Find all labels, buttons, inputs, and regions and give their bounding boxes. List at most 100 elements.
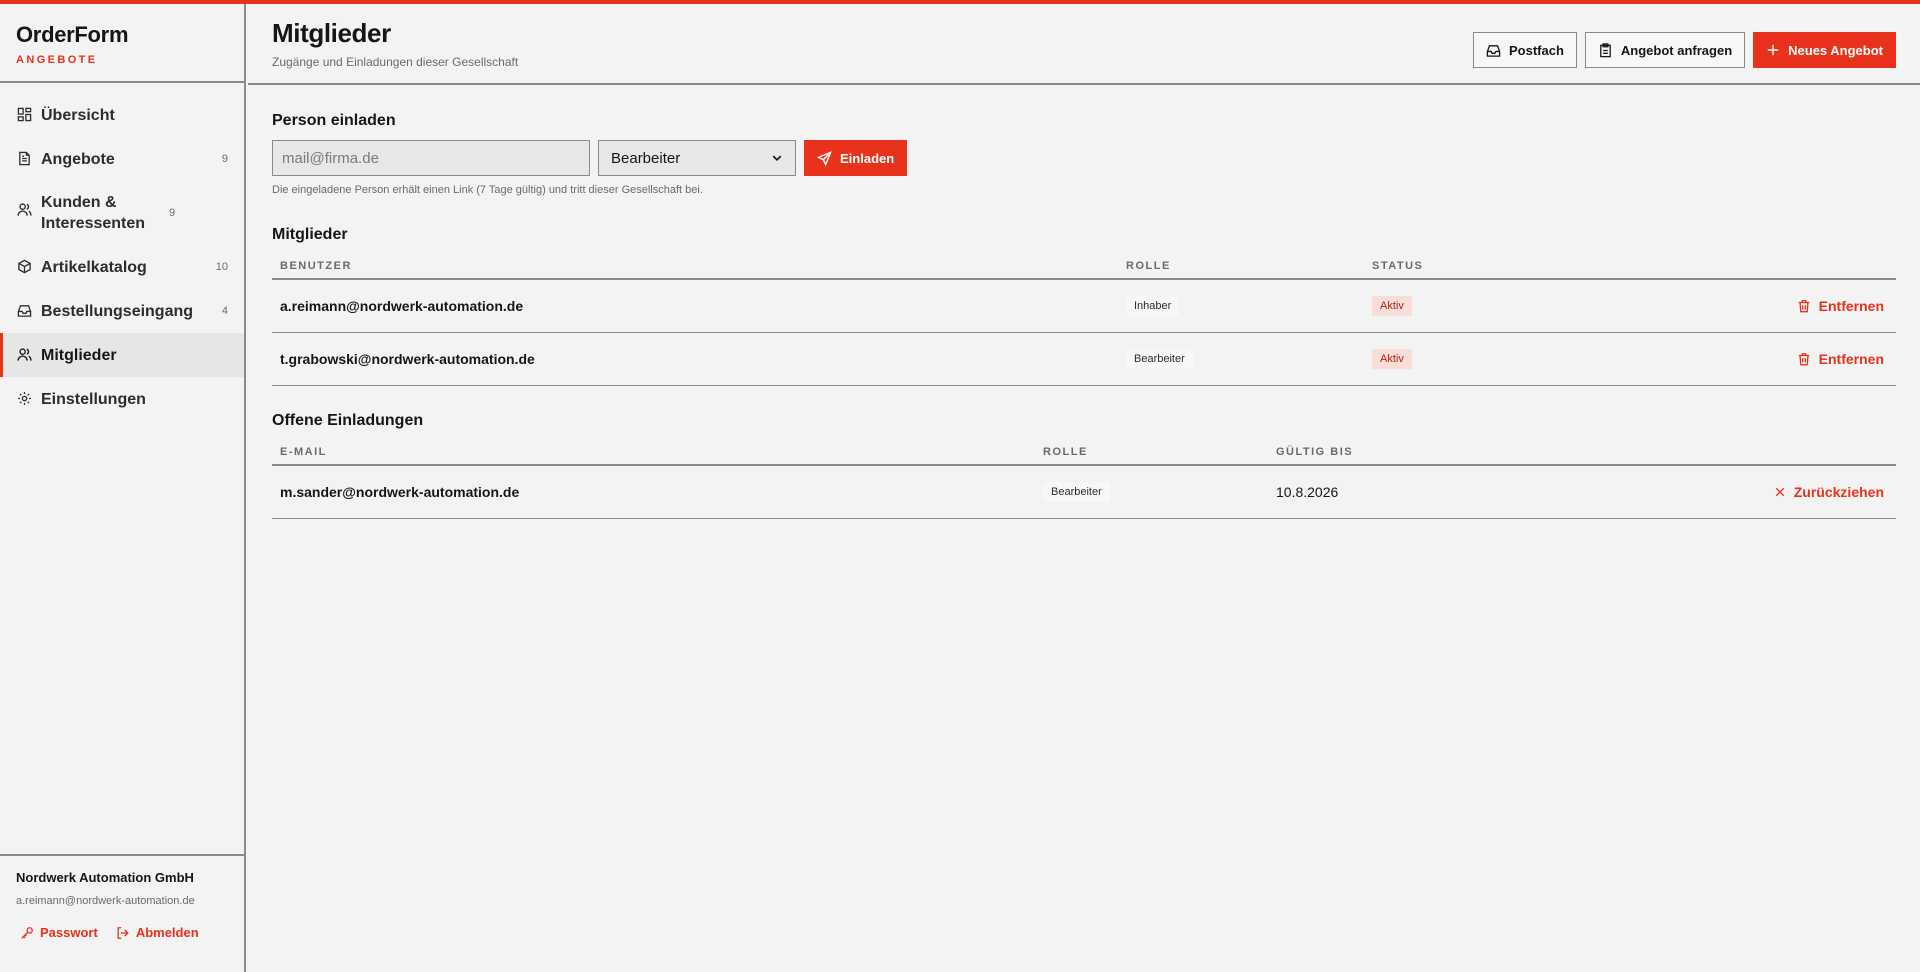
- sidebar: OrderForm ANGEBOTE Übersicht Angebote 9 …: [0, 4, 246, 972]
- logout-icon: [117, 926, 129, 939]
- trash-icon: [1798, 300, 1809, 313]
- members-table: BENUTZER ROLLE STATUS a.reimann@nordwerk…: [272, 254, 1896, 386]
- header-actions: Postfach Angebot anfragen Neues Angebot: [1473, 32, 1896, 68]
- role-cell: Bearbeiter: [1043, 482, 1276, 502]
- remove-member-label: Entfernen: [1818, 298, 1884, 314]
- column-header-status: STATUS: [1372, 260, 1424, 272]
- invite-hint: Die eingeladene Person erhält einen Link…: [272, 184, 703, 196]
- column-header-valid-until: GÜLTIG BIS: [1276, 446, 1354, 458]
- send-icon: [817, 150, 832, 166]
- role-cell: Bearbeiter: [1126, 349, 1372, 369]
- sidebar-item-count: 4: [221, 305, 228, 317]
- sidebar-item-artikelkatalog[interactable]: Artikelkatalog 10: [0, 245, 244, 289]
- sidebar-nav: Übersicht Angebote 9 Kunden & Interessen…: [0, 83, 244, 421]
- column-header-email: E-MAIL: [280, 446, 327, 458]
- content: Person einladen Bearbeiter Einladen Die …: [248, 112, 1920, 519]
- role-cell: Inhaber: [1126, 296, 1372, 316]
- company-name: Nordwerk Automation GmbH: [16, 870, 194, 885]
- new-offer-label: Neues Angebot: [1788, 42, 1883, 58]
- column-header-user: BENUTZER: [280, 260, 352, 272]
- inbox-button-label: Postfach: [1509, 42, 1564, 58]
- dashboard-icon: [16, 106, 32, 122]
- status-cell: Aktiv: [1372, 349, 1412, 369]
- inbox-icon: [1486, 44, 1501, 57]
- remove-member-button[interactable]: Entfernen: [1797, 298, 1884, 314]
- invitations-section-title: Offene Einladungen: [272, 412, 424, 429]
- table-row: a.reimann@nordwerk-automation.de Inhaber…: [272, 280, 1896, 333]
- sidebar-item-count: 10: [215, 261, 228, 273]
- role-badge: Bearbeiter: [1043, 482, 1110, 502]
- members-icon: [16, 346, 32, 362]
- column-header-role: ROLLE: [1043, 446, 1088, 458]
- member-email: t.grabowski@nordwerk-automation.de: [280, 351, 535, 367]
- gear-icon: [16, 390, 32, 406]
- password-link[interactable]: Passwort: [16, 925, 98, 940]
- user-email: a.reimann@nordwerk-automation.de: [16, 895, 195, 907]
- sidebar-item-kunden[interactable]: Kunden & Interessenten 9: [0, 181, 244, 245]
- sidebar-item-label: Einstellungen: [41, 390, 146, 408]
- password-label: Passwort: [40, 925, 98, 940]
- status-cell: Aktiv: [1372, 296, 1412, 316]
- members-table-header: BENUTZER ROLLE STATUS: [272, 254, 1896, 280]
- invite-email-input[interactable]: [272, 140, 590, 176]
- status-badge: Aktiv: [1372, 349, 1412, 369]
- invite-section-title: Person einladen: [272, 112, 396, 129]
- request-offer-label: Angebot anfragen: [1620, 42, 1733, 58]
- sidebar-item-label: Übersicht: [41, 106, 115, 124]
- sidebar-item-count: 9: [221, 153, 228, 165]
- plus-icon: [1767, 44, 1779, 56]
- revoke-invitation-button[interactable]: Zurückziehen: [1774, 484, 1884, 500]
- new-offer-button[interactable]: Neues Angebot: [1753, 32, 1896, 68]
- sidebar-item-label: Bestellungseingang: [41, 302, 194, 320]
- sidebar-item-count: 9: [169, 207, 176, 219]
- key-icon: [21, 926, 33, 939]
- sidebar-item-label: Angebote: [41, 150, 115, 168]
- request-offer-button[interactable]: Angebot anfragen: [1584, 32, 1746, 68]
- invite-form: Bearbeiter Einladen: [272, 140, 1896, 176]
- members-section-title: Mitglieder: [272, 226, 348, 243]
- valid-until-date: 10.8.2026: [1276, 484, 1339, 500]
- revoke-invitation-label: Zurückziehen: [1793, 484, 1884, 500]
- logout-link[interactable]: Abmelden: [112, 925, 199, 940]
- inbox-button[interactable]: Postfach: [1473, 32, 1577, 68]
- column-header-role: ROLLE: [1126, 260, 1171, 272]
- sidebar-item-label: Mitglieder: [41, 346, 117, 364]
- logout-label: Abmelden: [135, 925, 199, 940]
- document-icon: [16, 150, 32, 166]
- inbox-icon: [16, 302, 32, 318]
- invitation-email: m.sander@nordwerk-automation.de: [280, 484, 520, 500]
- invite-button-label: Einladen: [840, 150, 895, 166]
- role-badge: Inhaber: [1126, 296, 1180, 316]
- chevron-down-icon: [772, 155, 782, 162]
- remove-member-button[interactable]: Entfernen: [1797, 351, 1884, 367]
- page-header: Mitglieder Zugänge und Einladungen diese…: [248, 4, 1920, 85]
- member-email: a.reimann@nordwerk-automation.de: [280, 298, 524, 314]
- sidebar-item-label: Artikelkatalog: [41, 258, 147, 276]
- remove-member-label: Entfernen: [1818, 351, 1884, 367]
- sidebar-item-bestellungseingang[interactable]: Bestellungseingang 4: [0, 289, 244, 333]
- brand[interactable]: OrderForm ANGEBOTE: [0, 4, 244, 83]
- sidebar-item-einstellungen[interactable]: Einstellungen: [0, 377, 244, 421]
- footer-links: Passwort Abmelden: [16, 925, 228, 940]
- invite-button[interactable]: Einladen: [804, 140, 908, 176]
- clipboard-icon: [1600, 42, 1611, 57]
- package-icon: [16, 258, 32, 274]
- main-area: Mitglieder Zugänge und Einladungen diese…: [248, 4, 1920, 972]
- brand-name: OrderForm: [16, 22, 129, 47]
- status-badge: Aktiv: [1372, 296, 1412, 316]
- sidebar-item-uebersicht[interactable]: Übersicht: [0, 93, 244, 137]
- close-icon: [1775, 487, 1784, 497]
- invite-role-select[interactable]: Bearbeiter: [598, 140, 796, 176]
- invitations-table: E-MAIL ROLLE GÜLTIG BIS m.sander@nordwer…: [272, 440, 1896, 519]
- trash-icon: [1798, 353, 1809, 366]
- sidebar-footer: Nordwerk Automation GmbH a.reimann@nordw…: [0, 854, 244, 972]
- invitations-table-header: E-MAIL ROLLE GÜLTIG BIS: [272, 440, 1896, 466]
- sidebar-item-label: Kunden & Interessenten: [41, 194, 146, 232]
- table-row: m.sander@nordwerk-automation.de Bearbeit…: [272, 466, 1896, 519]
- sidebar-item-mitglieder[interactable]: Mitglieder: [0, 333, 244, 377]
- sidebar-item-angebote[interactable]: Angebote 9: [0, 137, 244, 181]
- table-row: t.grabowski@nordwerk-automation.de Bearb…: [272, 333, 1896, 386]
- invite-role-value: Bearbeiter: [611, 149, 681, 167]
- role-badge: Bearbeiter: [1126, 349, 1193, 369]
- brand-subtitle: ANGEBOTE: [16, 54, 98, 66]
